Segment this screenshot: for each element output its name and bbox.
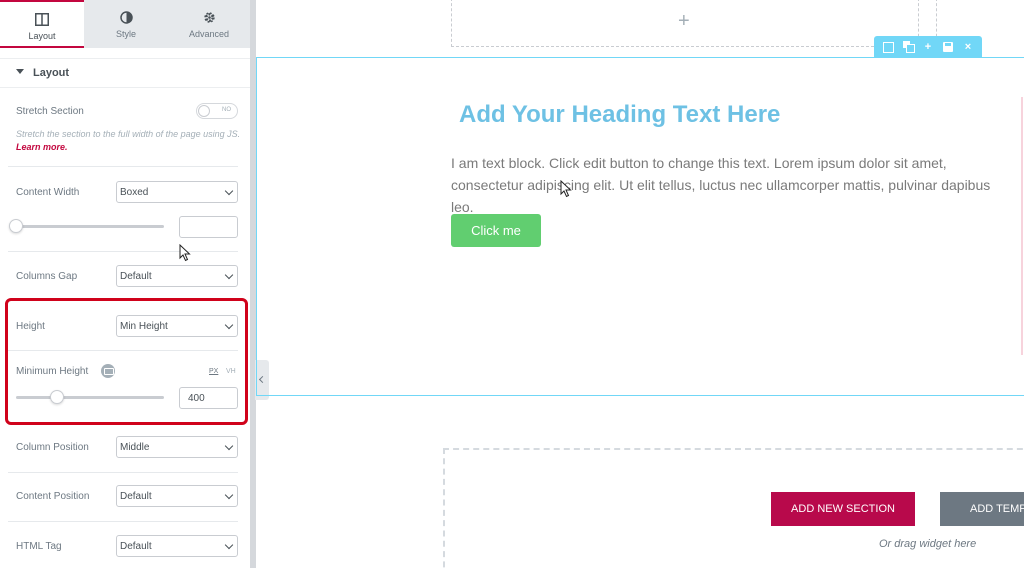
divider bbox=[8, 521, 238, 522]
content-position-value: Default bbox=[120, 491, 152, 502]
content-width-value: Boxed bbox=[120, 187, 149, 198]
editor-panel: Layout Style Advanced Layout Stretch Sec… bbox=[0, 0, 250, 568]
duplicate-icon[interactable] bbox=[901, 40, 915, 54]
html-tag-label: HTML Tag bbox=[16, 541, 62, 552]
columns-gap-label: Columns Gap bbox=[16, 271, 78, 282]
divider bbox=[8, 251, 238, 252]
content-width-select[interactable]: Boxed bbox=[116, 181, 238, 203]
chevron-down-icon bbox=[224, 441, 234, 451]
highlight-annotation bbox=[5, 298, 248, 425]
columns-gap-select[interactable]: Default bbox=[116, 265, 238, 287]
add-section-dropzone[interactable] bbox=[443, 448, 1024, 568]
add-template-button[interactable]: ADD TEMPLATE bbox=[940, 492, 1024, 526]
add-new-section-button[interactable]: ADD NEW SECTION bbox=[771, 492, 915, 526]
panel-tabs: Layout Style Advanced bbox=[0, 0, 250, 48]
chevron-down-icon bbox=[224, 270, 234, 280]
tab-layout[interactable]: Layout bbox=[0, 0, 84, 48]
stretch-description-text: Stretch the section to the full width of… bbox=[16, 129, 241, 139]
text-editor-widget[interactable]: I am text block. Click edit button to ch… bbox=[451, 152, 1011, 218]
content-width-label: Content Width bbox=[16, 187, 80, 198]
chevron-down-icon bbox=[224, 490, 234, 500]
html-tag-select[interactable]: Default bbox=[116, 535, 238, 557]
layout-section-title: Layout bbox=[33, 67, 70, 79]
slider-handle[interactable] bbox=[9, 219, 23, 233]
stretch-section-label: Stretch Section bbox=[16, 106, 84, 117]
divider bbox=[8, 472, 238, 473]
chevron-down-icon bbox=[224, 186, 234, 196]
layout-section-header[interactable]: Layout bbox=[0, 58, 250, 88]
content-position-label: Content Position bbox=[16, 491, 90, 502]
chevron-down-icon bbox=[224, 540, 234, 550]
tab-layout-label: Layout bbox=[28, 31, 56, 41]
save-icon[interactable] bbox=[941, 40, 955, 54]
tab-advanced[interactable]: Advanced bbox=[168, 0, 250, 48]
add-section-icon[interactable]: + bbox=[921, 40, 935, 54]
edit-section-icon[interactable] bbox=[881, 40, 895, 54]
column-position-label: Column Position bbox=[16, 442, 89, 453]
columns-icon bbox=[0, 13, 84, 27]
html-tag-value: Default bbox=[120, 541, 152, 552]
toggle-knob bbox=[198, 105, 210, 117]
close-icon[interactable]: × bbox=[961, 40, 975, 54]
learn-more-link[interactable]: Learn more. bbox=[16, 142, 68, 152]
stretch-section-description: Stretch the section to the full width of… bbox=[16, 128, 242, 154]
section-toolbar: + × bbox=[874, 36, 982, 57]
drag-widget-hint: Or drag widget here bbox=[879, 538, 977, 550]
gear-icon bbox=[168, 11, 250, 25]
tab-style-label: Style bbox=[115, 29, 136, 39]
half-circle-icon bbox=[84, 11, 168, 25]
click-me-button[interactable]: Click me bbox=[451, 214, 541, 247]
column-edge bbox=[1021, 97, 1023, 355]
column-position-select[interactable]: Middle bbox=[116, 436, 238, 458]
add-widget-plus-icon[interactable]: + bbox=[678, 10, 690, 33]
tab-advanced-label: Advanced bbox=[188, 29, 230, 39]
content-position-select[interactable]: Default bbox=[116, 485, 238, 507]
content-width-slider[interactable] bbox=[9, 219, 164, 233]
content-width-input[interactable] bbox=[179, 216, 238, 238]
divider bbox=[8, 166, 238, 167]
toggle-text: NO bbox=[222, 107, 231, 113]
tab-style[interactable]: Style bbox=[84, 0, 168, 48]
stretch-section-toggle[interactable]: NO bbox=[196, 103, 238, 119]
column-position-value: Middle bbox=[120, 442, 150, 453]
caret-down-icon bbox=[16, 69, 24, 74]
columns-gap-value: Default bbox=[120, 271, 152, 282]
heading-widget[interactable]: Add Your Heading Text Here bbox=[459, 101, 780, 129]
